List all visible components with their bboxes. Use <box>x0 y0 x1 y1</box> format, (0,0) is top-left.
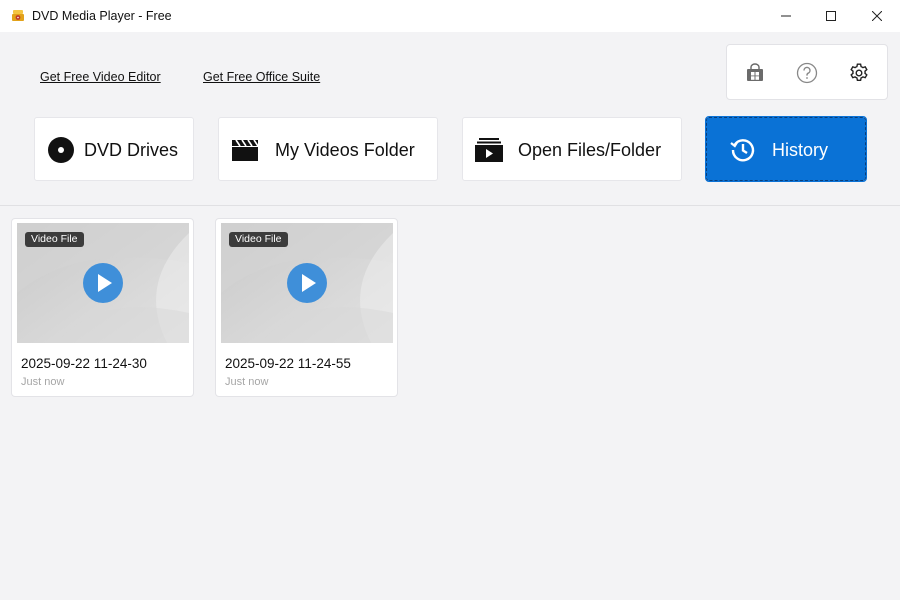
history-item[interactable]: Video File 2025-09-22 11-24-55 Just now <box>215 218 398 397</box>
my-videos-folder-label: My Videos Folder <box>275 140 415 160</box>
video-timestamp: Just now <box>225 376 269 388</box>
maximize-icon <box>826 11 836 21</box>
history-label: History <box>772 140 829 160</box>
help-button[interactable] <box>793 59 821 87</box>
store-button[interactable] <box>741 59 769 87</box>
play-icon[interactable] <box>83 263 123 303</box>
minimize-button[interactable] <box>763 0 809 32</box>
close-button[interactable] <box>854 0 900 32</box>
disc-icon <box>48 137 74 163</box>
open-files-folder-label: Open Files/Folder <box>518 140 662 160</box>
history-item[interactable]: Video File 2025-09-22 11-24-30 Just now <box>11 218 194 397</box>
video-thumbnail: Video File <box>221 223 393 343</box>
get-free-office-suite-link[interactable]: Get Free Office Suite <box>203 70 320 84</box>
my-videos-folder-button[interactable]: My Videos Folder <box>218 117 438 181</box>
minimize-icon <box>781 15 791 17</box>
history-icon <box>730 139 755 162</box>
dvd-drives-button[interactable]: DVD Drives <box>34 117 194 181</box>
settings-button[interactable] <box>845 59 873 87</box>
clapperboard-icon <box>232 139 259 161</box>
store-icon <box>747 63 763 81</box>
gear-icon <box>850 63 868 81</box>
header: Get Free Video Editor Get Free Office Su… <box>0 32 900 206</box>
video-timestamp: Just now <box>21 376 65 388</box>
open-folder-icon <box>475 138 503 162</box>
maximize-button[interactable] <box>808 0 854 32</box>
app-logo-icon <box>12 10 24 21</box>
help-icon <box>796 62 818 84</box>
title-bar: DVD Media Player - Free <box>0 0 900 32</box>
window-title: DVD Media Player - Free <box>32 9 172 23</box>
video-name: 2025-09-22 11-24-30 <box>21 356 147 371</box>
video-thumbnail: Video File <box>17 223 189 343</box>
video-file-badge: Video File <box>25 232 84 247</box>
video-file-badge: Video File <box>229 232 288 247</box>
get-free-video-editor-link[interactable]: Get Free Video Editor <box>40 70 161 84</box>
dvd-drives-label: DVD Drives <box>84 140 179 160</box>
play-icon[interactable] <box>287 263 327 303</box>
close-icon <box>872 11 882 21</box>
video-name: 2025-09-22 11-24-55 <box>225 356 351 371</box>
history-button[interactable]: History <box>705 116 867 182</box>
open-files-folder-button[interactable]: Open Files/Folder <box>462 117 682 181</box>
utility-toolbar <box>726 44 888 100</box>
